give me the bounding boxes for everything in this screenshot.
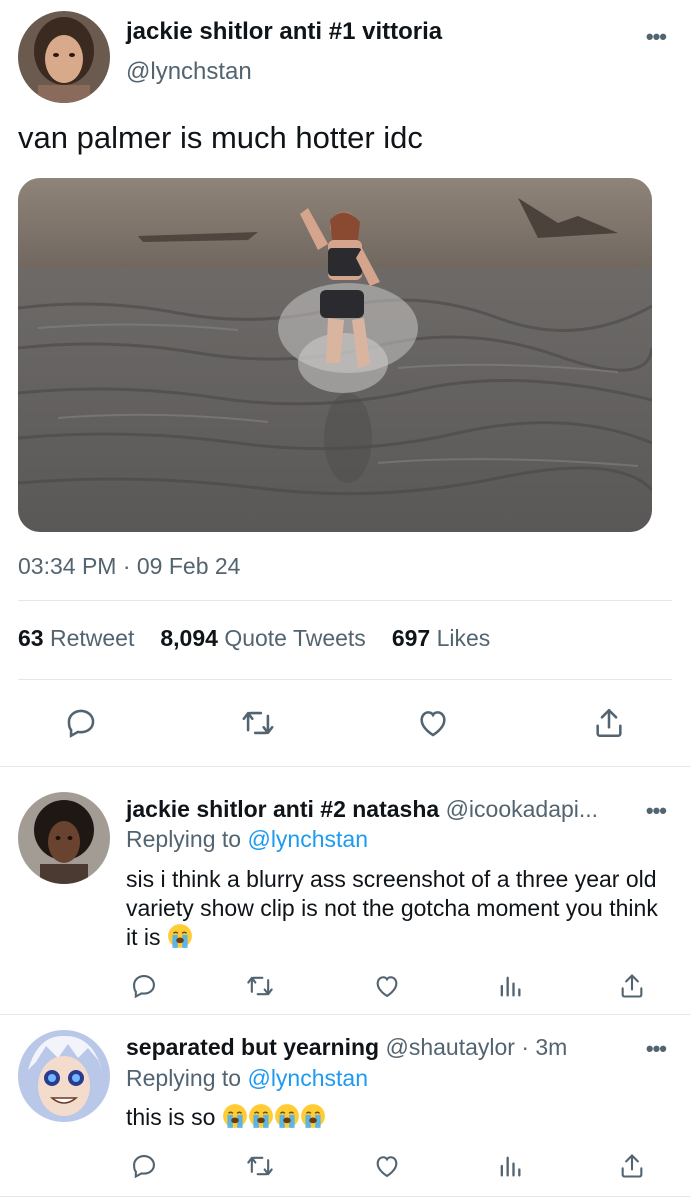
- retweet-stat[interactable]: 63 Retweet: [18, 625, 134, 652]
- divider: [18, 679, 672, 680]
- reply-text: this is so: [126, 1103, 326, 1132]
- reply-author[interactable]: jackie shitlor anti #2 natasha @icookada…: [126, 796, 598, 823]
- more-icon[interactable]: •••: [646, 798, 667, 824]
- more-icon[interactable]: •••: [646, 1036, 667, 1062]
- likes-count: 697: [391, 625, 431, 651]
- reply-icon[interactable]: [130, 972, 158, 1000]
- reply-author-handle: @shautaylor · 3m: [385, 1034, 568, 1060]
- reply-text-content: this is so: [126, 1104, 216, 1130]
- retweet-icon[interactable]: [246, 972, 274, 1000]
- tweet-stats: 63 Retweet 8,094 Quote Tweets 697 Likes: [18, 625, 490, 652]
- reply-icon[interactable]: [64, 706, 98, 740]
- replying-to-link[interactable]: @lynchstan: [247, 826, 368, 852]
- author-name[interactable]: jackie shitlor anti #1 vittoria: [126, 18, 442, 46]
- reply-avatar[interactable]: [18, 792, 110, 884]
- quote-count: 8,094: [160, 625, 218, 651]
- divider: [0, 1014, 690, 1015]
- retweet-count: 63: [18, 625, 44, 651]
- heart-icon[interactable]: [373, 1152, 401, 1180]
- retweet-icon[interactable]: [241, 706, 275, 740]
- divider: [0, 766, 690, 767]
- tweet-timestamp[interactable]: 03:34 PM · 09 Feb 24: [18, 553, 240, 580]
- share-icon[interactable]: [618, 1152, 646, 1180]
- retweet-label: Retweet: [49, 625, 135, 651]
- heart-icon[interactable]: [416, 706, 450, 740]
- retweet-icon[interactable]: [246, 1152, 274, 1180]
- loudly-crying-face-icon: [248, 1104, 273, 1128]
- more-icon[interactable]: •••: [646, 24, 667, 50]
- author-avatar[interactable]: [18, 11, 110, 103]
- loudly-crying-face-icon: [222, 1104, 247, 1128]
- likes-label: Likes: [436, 625, 491, 651]
- replying-prefix: Replying to: [126, 826, 242, 852]
- replying-to: Replying to @lynchstan: [126, 1065, 368, 1092]
- author-handle[interactable]: @lynchstan: [126, 58, 252, 86]
- tweet-media-image[interactable]: [18, 178, 652, 532]
- replying-prefix: Replying to: [126, 1065, 242, 1091]
- reply-text-content: sis i think a blurry ass screenshot of a…: [126, 866, 658, 950]
- divider: [0, 1196, 690, 1197]
- loudly-crying-face-icon: [300, 1104, 325, 1128]
- loudly-crying-face-icon: [167, 924, 192, 948]
- quote-label: Quote Tweets: [224, 625, 366, 651]
- reply-icon[interactable]: [130, 1152, 158, 1180]
- reply-avatar[interactable]: [18, 1030, 110, 1122]
- loudly-crying-face-icon: [274, 1104, 299, 1128]
- reply-author-handle: @icookadapi...: [445, 796, 599, 822]
- reply-author-name: separated but yearning: [126, 1034, 380, 1060]
- share-icon[interactable]: [618, 972, 646, 1000]
- share-icon[interactable]: [592, 706, 626, 740]
- tweet-text: van palmer is much hotter idc: [18, 120, 423, 155]
- heart-icon[interactable]: [373, 972, 401, 1000]
- replying-to: Replying to @lynchstan: [126, 826, 368, 853]
- reply-author-name: jackie shitlor anti #2 natasha: [126, 796, 440, 822]
- reply-text: sis i think a blurry ass screenshot of a…: [126, 865, 666, 952]
- replying-to-link[interactable]: @lynchstan: [247, 1065, 368, 1091]
- reply-author[interactable]: separated but yearning @shautaylor · 3m: [126, 1034, 567, 1061]
- likes-stat[interactable]: 697 Likes: [392, 625, 490, 652]
- analytics-icon[interactable]: [496, 972, 524, 1000]
- quote-stat[interactable]: 8,094 Quote Tweets: [160, 625, 365, 652]
- divider: [18, 600, 672, 601]
- analytics-icon[interactable]: [496, 1152, 524, 1180]
